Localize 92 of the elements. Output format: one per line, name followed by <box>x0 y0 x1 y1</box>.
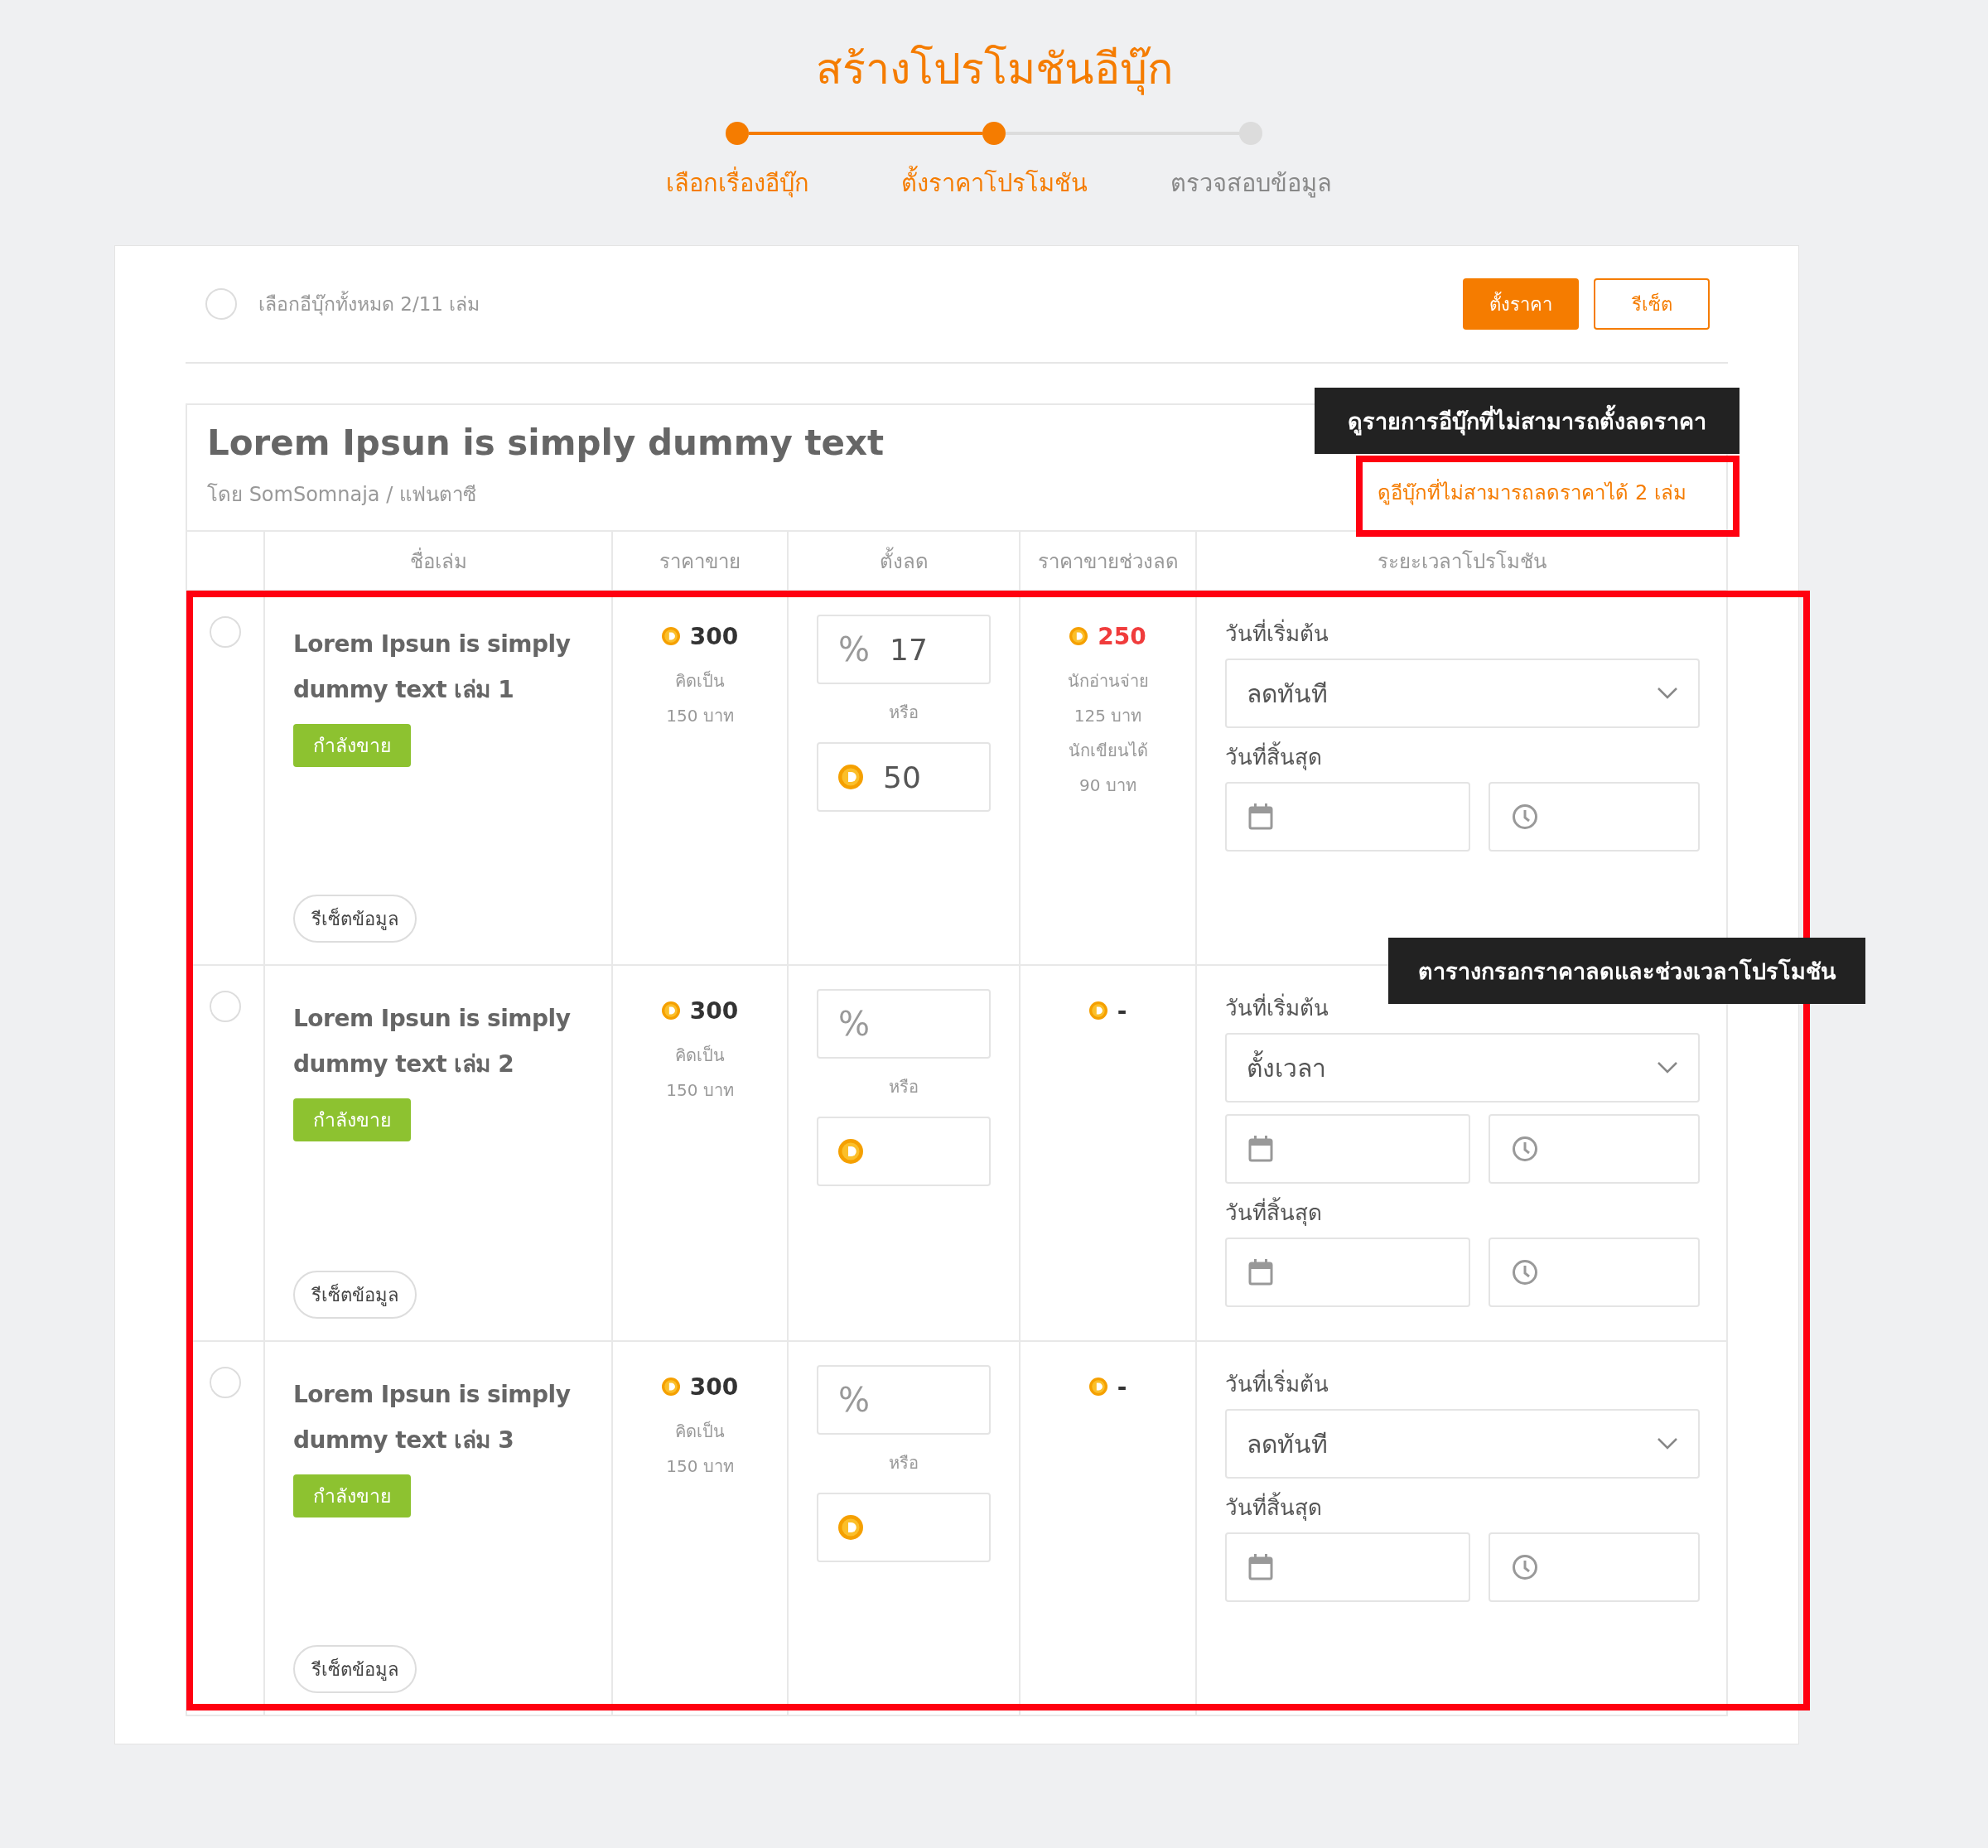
ebook-name: Lorem Ipsun is simply dummy text เล่ม 2 <box>293 1004 572 1079</box>
date-field[interactable] <box>1225 782 1470 852</box>
price-note: 150 บาท <box>666 705 734 727</box>
coin-icon <box>838 1139 863 1164</box>
coin-icon <box>838 1515 863 1540</box>
coin-icon <box>661 627 680 645</box>
or-label: หรือ <box>889 1452 919 1474</box>
time-field[interactable] <box>1489 1532 1700 1602</box>
percent-sign: % <box>838 630 870 668</box>
percent-value: 17 <box>890 632 928 667</box>
coin-icon <box>1088 1378 1107 1396</box>
date-field[interactable] <box>1225 1114 1470 1184</box>
ebook-name: Lorem Ipsun is simply dummy text เล่ม 1 <box>293 630 572 705</box>
row-checkbox[interactable] <box>210 991 241 1022</box>
or-label: หรือ <box>889 702 919 724</box>
coin-icon <box>1069 627 1088 645</box>
reset-data-button[interactable]: รีเซ็ตข้อมูล <box>293 1645 417 1693</box>
annotation-label: ดูรายการอีบุ๊กที่ไม่สามารถตั้งลดราคา <box>1315 388 1740 454</box>
row-checkbox[interactable] <box>210 1367 241 1398</box>
calendar-icon <box>1248 803 1273 830</box>
price: 300 <box>689 622 739 650</box>
clock-icon <box>1512 803 1538 830</box>
status-badge: กำลังขาย <box>293 1098 411 1141</box>
reset-data-button[interactable]: รีเซ็ตข้อมูล <box>293 895 417 943</box>
sale-note: นักอ่านจ่าย <box>1067 670 1149 692</box>
coin-field[interactable] <box>817 1117 991 1186</box>
step-label: เลือกเรื่องอีบุ๊ก <box>665 164 809 202</box>
step-label: ตั้งราคาโปรโมชัน <box>900 164 1088 202</box>
calendar-icon <box>1248 1554 1273 1580</box>
date-field[interactable] <box>1225 1238 1470 1307</box>
annotation-label: ตารางกรอกราคาลดและช่วงเวลาโปรโมชัน <box>1388 938 1865 1004</box>
clock-icon <box>1512 1554 1538 1580</box>
percent-sign: % <box>838 1381 870 1419</box>
status-badge: กำลังขาย <box>293 1474 411 1517</box>
chevron-down-icon <box>1657 1061 1678 1074</box>
coin-field[interactable]: 50 <box>817 742 991 812</box>
schedule-dropdown[interactable]: ลดทันที <box>1225 1409 1700 1479</box>
price-note: คิดเป็น <box>675 1044 725 1067</box>
schedule-dropdown[interactable]: ลดทันที <box>1225 659 1700 728</box>
price-note: คิดเป็น <box>675 669 725 692</box>
price-note: คิดเป็น <box>675 1420 725 1443</box>
start-date-label: วันที่เริ่มต้น <box>1225 616 1329 650</box>
sale-note: 90 บาท <box>1079 774 1136 797</box>
coin-field[interactable] <box>817 1493 991 1562</box>
or-label: หรือ <box>889 1076 919 1098</box>
sale-price: - <box>1117 1373 1127 1401</box>
chevron-down-icon <box>1657 687 1678 700</box>
column-header: ระยะเวลาโปรโมชัน <box>1377 548 1546 575</box>
coin-icon <box>661 1378 680 1396</box>
percent-field[interactable]: % 17 <box>817 615 991 684</box>
status-badge: กำลังขาย <box>293 724 411 767</box>
page-title: สร้างโปรโมชันอีบุ๊ก <box>814 43 1174 97</box>
reset-data-button[interactable]: รีเซ็ตข้อมูล <box>293 1271 417 1319</box>
clock-icon <box>1512 1136 1538 1162</box>
coin-icon <box>661 1001 680 1020</box>
clock-icon <box>1512 1259 1538 1286</box>
start-date-label: วันที่เริ่มต้น <box>1225 991 1329 1025</box>
end-date-label: วันที่สิ้นสุด <box>1225 1490 1322 1524</box>
select-all-label: เลือกอีบุ๊กทั้งหมด 2/11 เล่ม <box>258 289 480 319</box>
step-label: ตรวจสอบข้อมูล <box>1170 168 1332 200</box>
coin-icon <box>838 765 863 789</box>
sale-price: - <box>1117 996 1127 1025</box>
price-note: 150 บาท <box>666 1455 734 1478</box>
row-checkbox[interactable] <box>210 616 241 648</box>
price-note: 150 บาท <box>666 1079 734 1102</box>
column-header: ชื่อเล่ม <box>409 547 467 575</box>
sale-note: นักเขียนได้ <box>1068 740 1148 762</box>
column-header: ราคาขาย <box>659 548 741 575</box>
start-date-label: วันที่เริ่มต้น <box>1225 1367 1329 1401</box>
chevron-down-icon <box>1657 1437 1678 1450</box>
ebook-name: Lorem Ipsun is simply dummy text เล่ม 3 <box>293 1380 572 1455</box>
date-field[interactable] <box>1225 1532 1470 1602</box>
price: 300 <box>689 1373 739 1401</box>
schedule-dropdown[interactable]: ตั้งเวลา <box>1225 1033 1700 1103</box>
calendar-icon <box>1248 1136 1273 1162</box>
percent-sign: % <box>838 1005 870 1043</box>
time-field[interactable] <box>1489 782 1700 852</box>
column-header: ราคาขายช่วงลด <box>1037 548 1179 575</box>
book-byline: โดย SomSomnaja / แฟนตาซี <box>207 482 477 508</box>
time-field[interactable] <box>1489 1114 1700 1184</box>
select-all-checkbox[interactable] <box>205 288 237 320</box>
book-title: Lorem Ipsun is simply dummy text <box>207 422 885 465</box>
end-date-label: วันที่สิ้นสุด <box>1225 1195 1322 1229</box>
coin-value: 50 <box>883 760 921 794</box>
column-header: ตั้งลด <box>879 544 929 577</box>
coin-icon <box>1088 1001 1107 1020</box>
calendar-icon <box>1248 1259 1273 1286</box>
end-date-label: วันที่สิ้นสุด <box>1225 740 1322 774</box>
sale-price: 250 <box>1098 622 1146 650</box>
price: 300 <box>689 996 739 1025</box>
time-field[interactable] <box>1489 1238 1700 1307</box>
sale-note: 125 บาท <box>1074 705 1142 727</box>
